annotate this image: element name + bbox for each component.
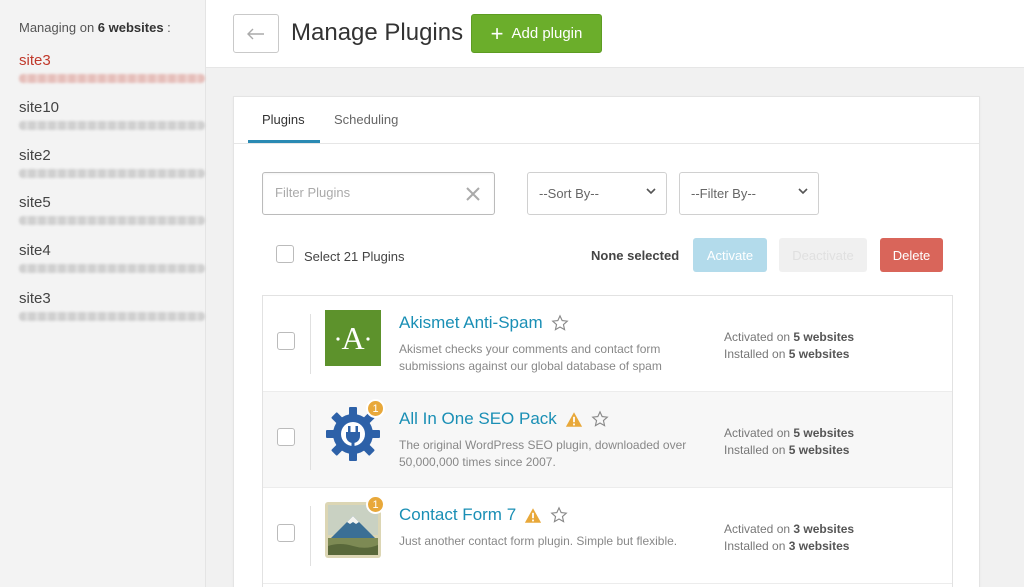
plugin-title-link[interactable]: All In One SEO Pack — [399, 409, 557, 429]
installed-prefix: Installed on — [724, 539, 786, 553]
row-divider — [310, 506, 311, 566]
chevron-down-icon — [798, 188, 808, 195]
managing-prefix: Managing on — [19, 20, 95, 35]
site-name: site3 — [19, 290, 51, 307]
site-url-redacted — [19, 121, 205, 130]
site-url-redacted — [19, 264, 205, 273]
select-all-checkbox[interactable] — [276, 245, 294, 263]
update-count-badge: 1 — [366, 399, 385, 418]
site-name: site3 — [19, 52, 51, 69]
svg-text:A: A — [341, 320, 364, 356]
add-plugin-button[interactable]: + Add plugin — [471, 14, 602, 53]
managing-suffix: : — [163, 20, 171, 35]
installed-count: 3 websites — [788, 539, 850, 553]
star-icon[interactable] — [551, 314, 569, 332]
filter-by-value: --Filter By-- — [691, 186, 756, 201]
sidebar-site-item[interactable]: site10 — [19, 99, 205, 130]
sidebar-site-item[interactable]: site3 — [19, 290, 205, 321]
filter-plugins-field[interactable] — [262, 172, 495, 215]
activated-prefix: Activated on — [724, 330, 791, 344]
sidebar: Managing on 6 websites : site3 site10 si… — [0, 0, 206, 587]
managing-count: 6 websites — [97, 20, 164, 35]
plugin-row: A Akismet Anti-Spam Akismet checks your … — [263, 296, 952, 392]
activate-button[interactable]: Activate — [693, 238, 767, 272]
activated-count: 5 websites — [793, 426, 855, 440]
plugin-title-link[interactable]: Akismet Anti-Spam — [399, 313, 543, 333]
deactivate-button[interactable]: Deactivate — [779, 238, 867, 272]
plugin-stats: Activated on 3 websites Installed on 3 w… — [724, 521, 854, 555]
site-name: site4 — [19, 242, 51, 259]
tab-scheduling[interactable]: Scheduling — [334, 112, 398, 127]
selection-status: None selected — [591, 248, 680, 263]
select-all-label: Select 21 Plugins — [304, 249, 405, 264]
back-button[interactable] — [233, 14, 279, 53]
activated-prefix: Activated on — [724, 426, 791, 440]
page-title: Manage Plugins — [291, 19, 464, 46]
tab-bar: Plugins Scheduling — [234, 97, 979, 144]
star-icon[interactable] — [550, 506, 568, 524]
row-divider — [310, 410, 311, 470]
delete-button[interactable]: Delete — [880, 238, 943, 272]
site-url-redacted — [19, 312, 205, 321]
plugin-description: Akismet checks your comments and contact… — [399, 342, 662, 373]
filter-plugins-input[interactable] — [275, 185, 455, 200]
sidebar-site-item[interactable]: site2 — [19, 147, 205, 178]
star-icon[interactable] — [591, 410, 609, 428]
close-icon[interactable] — [465, 186, 481, 202]
installed-count: 5 websites — [788, 443, 850, 457]
sidebar-site-item[interactable]: site4 — [19, 242, 205, 273]
activated-count: 5 websites — [793, 330, 855, 344]
sort-by-value: --Sort By-- — [539, 186, 599, 201]
plugin-row: 1 All In One SEO Pack The original WordP… — [263, 392, 952, 488]
sort-by-select[interactable]: --Sort By-- — [527, 172, 667, 215]
site-name: site2 — [19, 147, 51, 164]
plugin-description: Just another contact form plugin. Simple… — [399, 534, 678, 548]
arrow-left-icon — [247, 28, 264, 39]
site-url-redacted — [19, 169, 205, 178]
warning-icon — [525, 507, 542, 523]
filter-by-select[interactable]: --Filter By-- — [679, 172, 819, 215]
page-header: Manage Plugins + Add plugin — [206, 0, 1024, 68]
site-name: site5 — [19, 194, 51, 211]
plugins-card: Plugins Scheduling --Sort By-- --Filter … — [233, 96, 980, 587]
sidebar-site-item[interactable]: site3 — [19, 52, 205, 83]
row-divider — [310, 314, 311, 374]
site-name: site10 — [19, 99, 60, 116]
akismet-logo-icon: A — [325, 310, 381, 366]
plugin-row: 1 Contact Form 7 Just another contact fo… — [263, 488, 952, 584]
plugin-checkbox[interactable] — [277, 332, 295, 350]
plugin-title-wrap: Contact Form 7 — [399, 505, 568, 525]
plugin-stats: Activated on 5 websites Installed on 5 w… — [724, 329, 854, 363]
activated-prefix: Activated on — [724, 522, 791, 536]
activated-count: 3 websites — [793, 522, 855, 536]
installed-count: 5 websites — [788, 347, 850, 361]
plus-icon: + — [490, 20, 504, 46]
add-plugin-label: Add plugin — [511, 25, 583, 42]
site-url-redacted — [19, 74, 205, 83]
installed-prefix: Installed on — [724, 443, 786, 457]
plugin-checkbox[interactable] — [277, 524, 295, 542]
sidebar-site-item[interactable]: site5 — [19, 194, 205, 225]
plugin-stats: Activated on 5 websites Installed on 5 w… — [724, 425, 854, 459]
managing-label: Managing on 6 websites : — [19, 20, 171, 35]
plugin-list: A Akismet Anti-Spam Akismet checks your … — [262, 295, 953, 587]
update-count-badge: 1 — [366, 495, 385, 514]
plugin-title-link[interactable]: Contact Form 7 — [399, 505, 516, 525]
plugin-checkbox[interactable] — [277, 428, 295, 446]
tab-plugins[interactable]: Plugins — [262, 112, 305, 127]
warning-icon — [565, 411, 582, 427]
site-url-redacted — [19, 216, 205, 225]
installed-prefix: Installed on — [724, 347, 786, 361]
chevron-down-icon — [646, 188, 656, 195]
plugin-description: The original WordPress SEO plugin, downl… — [399, 438, 687, 469]
plugin-title-wrap: Akismet Anti-Spam — [399, 313, 569, 333]
plugin-title-wrap: All In One SEO Pack — [399, 409, 609, 429]
active-tab-indicator — [248, 140, 320, 143]
